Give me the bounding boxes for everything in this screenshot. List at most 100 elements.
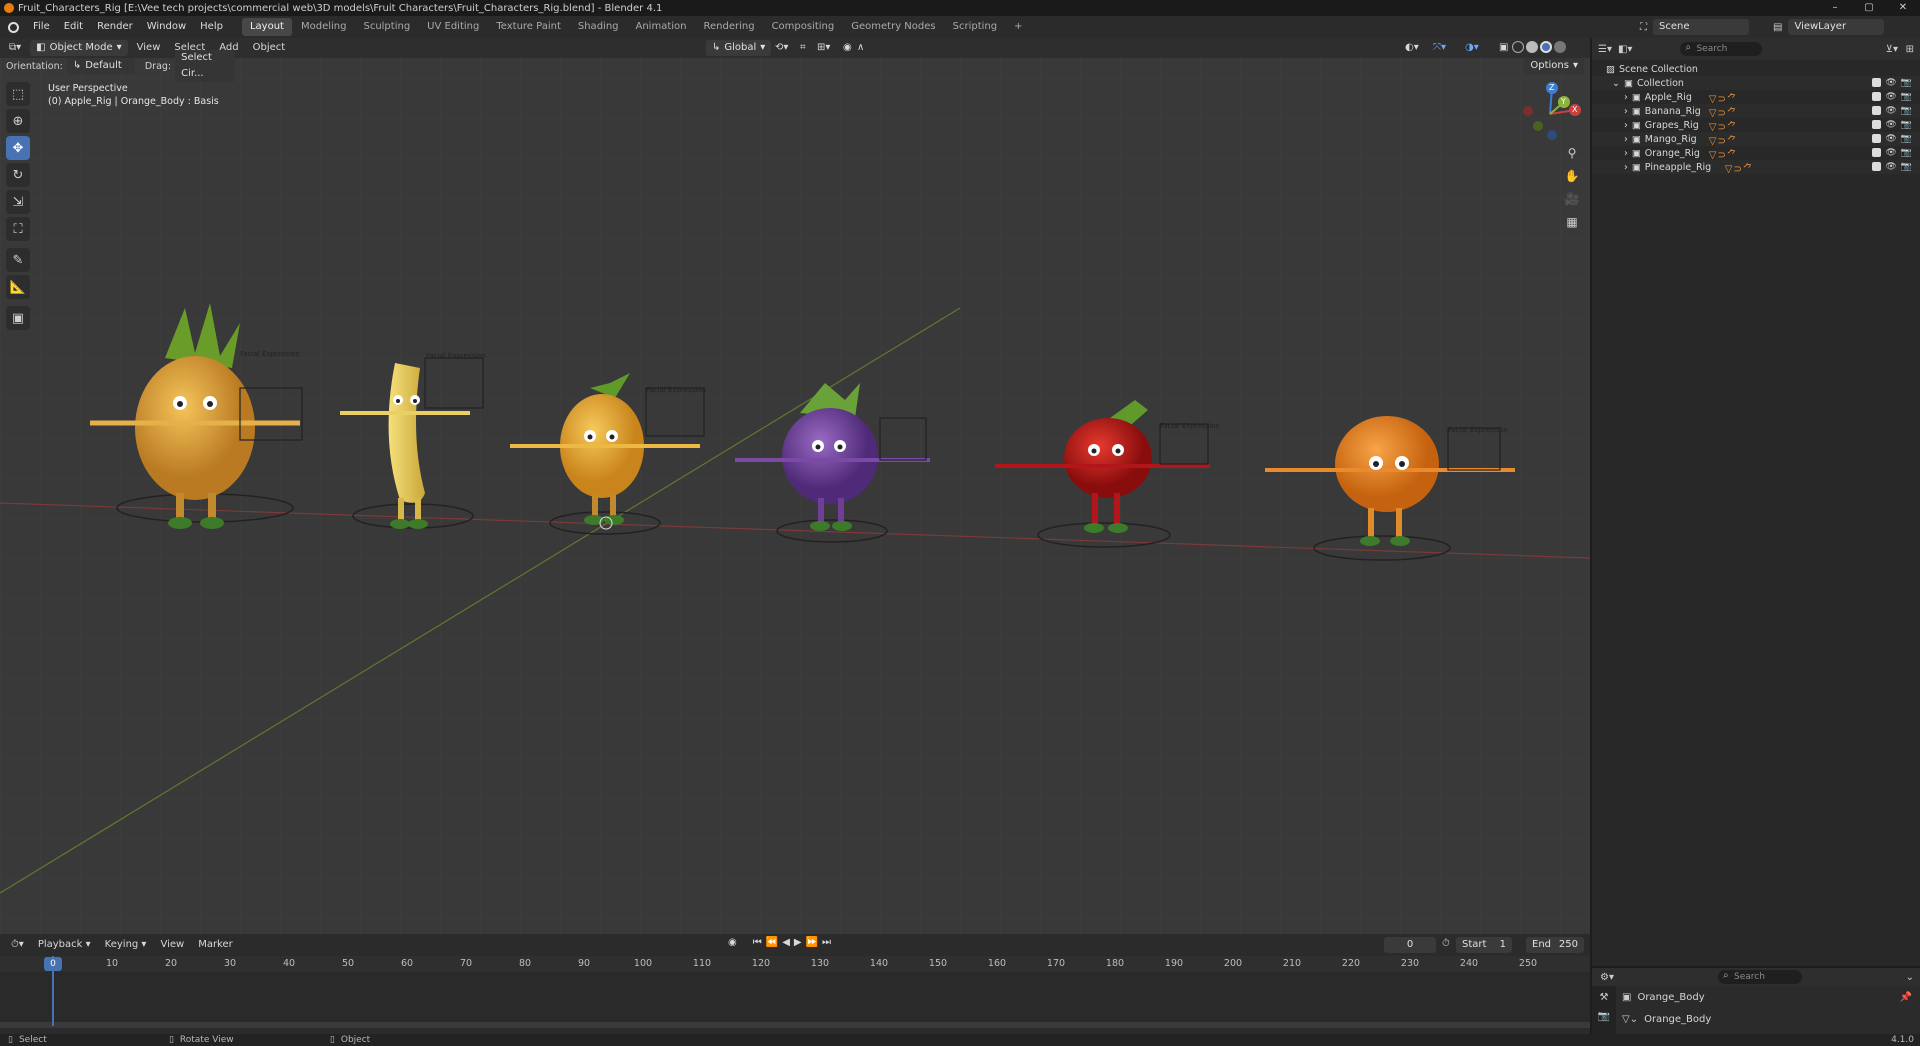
- menu-render[interactable]: Render: [90, 16, 140, 38]
- outliner-item-mango-rig[interactable]: › ▣ Mango_Rig ▽⊃⺈ 👁 📷: [1592, 132, 1920, 147]
- xray-icon[interactable]: ▣: [1494, 39, 1513, 57]
- properties-search-input[interactable]: Search: [1718, 969, 1802, 984]
- options-dropdown[interactable]: Options ▾: [1524, 58, 1584, 74]
- checkbox-icon[interactable]: [1872, 148, 1882, 157]
- falloff-icon[interactable]: ∧: [852, 39, 869, 57]
- tab-animation[interactable]: Animation: [628, 18, 695, 36]
- eye-icon[interactable]: 👁: [1885, 78, 1896, 88]
- menu-object[interactable]: Object: [248, 39, 291, 57]
- menu-view[interactable]: View: [132, 39, 166, 57]
- wireframe-shading-icon[interactable]: [1512, 41, 1524, 53]
- material-shading-icon[interactable]: [1540, 41, 1552, 53]
- prev-keyframe-icon[interactable]: ⏪: [766, 937, 778, 948]
- checkbox-icon[interactable]: [1872, 134, 1882, 143]
- checkbox-icon[interactable]: [1872, 120, 1882, 129]
- collapse-arrow-icon[interactable]: ›: [1624, 162, 1628, 173]
- blender-menu-icon[interactable]: [0, 21, 26, 33]
- collection-row[interactable]: ⌄ ▣ Collection 👁 📷: [1592, 76, 1920, 90]
- add-workspace-icon[interactable]: +: [1006, 18, 1030, 36]
- eye-icon[interactable]: 👁: [1885, 106, 1896, 116]
- collapse-arrow-icon[interactable]: ›: [1624, 92, 1628, 103]
- end-frame-field[interactable]: End 250: [1526, 937, 1584, 953]
- solid-shading-icon[interactable]: [1526, 41, 1538, 53]
- transform-orientation-dropdown[interactable]: ↳ Global ▾: [706, 40, 772, 56]
- select-box-tool-icon[interactable]: ⬚: [6, 82, 30, 106]
- snap-target-icon[interactable]: ⊞▾: [812, 39, 835, 57]
- eye-icon[interactable]: 👁: [1885, 148, 1896, 158]
- tool-tab-icon[interactable]: ⚒: [1592, 992, 1616, 1003]
- move-tool-icon[interactable]: ✥: [6, 136, 30, 160]
- collapse-arrow-icon[interactable]: ›: [1624, 106, 1628, 117]
- camera-icon[interactable]: 📷: [1901, 148, 1912, 158]
- outliner-search-input[interactable]: Search: [1680, 41, 1763, 56]
- camera-icon[interactable]: 🎥: [1561, 188, 1583, 210]
- measure-tool-icon[interactable]: 📐: [6, 275, 30, 299]
- tab-layout[interactable]: Layout: [241, 18, 292, 36]
- play-reverse-icon[interactable]: ◀: [782, 937, 790, 948]
- mesh-data-name[interactable]: Orange_Body: [1644, 1014, 1711, 1025]
- frame-ruler[interactable]: 10 20 30 40 50 60 70 80 90 100 110 120 130 140 150 160 1…: [0, 956, 1590, 972]
- tab-modeling[interactable]: Modeling: [293, 18, 355, 36]
- overlays-icon[interactable]: ◑▾: [1460, 39, 1484, 57]
- pivot-icon[interactable]: ⟲▾: [770, 39, 793, 57]
- scale-tool-icon[interactable]: ⇲: [6, 190, 30, 214]
- add-cube-tool-icon[interactable]: ▣: [6, 306, 30, 330]
- play-icon[interactable]: ▶: [794, 937, 802, 948]
- timeline-editor-type-icon[interactable]: ⏱▾: [6, 936, 29, 954]
- modifier-icons[interactable]: ▽⊃⺈: [1709, 118, 1738, 133]
- rotate-tool-icon[interactable]: ↻: [6, 163, 30, 187]
- checkbox-icon[interactable]: [1872, 78, 1882, 87]
- next-keyframe-icon[interactable]: ⏩: [806, 937, 818, 948]
- menu-marker[interactable]: Marker: [193, 936, 238, 954]
- checkbox-icon[interactable]: [1872, 92, 1882, 101]
- modifier-icons[interactable]: ▽⊃⺈: [1709, 90, 1738, 105]
- tab-shading[interactable]: Shading: [570, 18, 627, 36]
- orientation-dropdown[interactable]: ↳ Default: [66, 58, 135, 74]
- current-frame-field[interactable]: 0: [1384, 937, 1436, 953]
- tab-compositing[interactable]: Compositing: [764, 18, 843, 36]
- outliner-item-orange-rig[interactable]: › ▣ Orange_Rig ▽⊃⺈ 👁 📷: [1592, 146, 1920, 161]
- scene-collection-row[interactable]: ▨ Scene Collection: [1592, 62, 1920, 76]
- menu-keying[interactable]: Keying ▾: [100, 936, 152, 954]
- checkbox-icon[interactable]: [1872, 106, 1882, 115]
- drag-dropdown[interactable]: Select Cir...: [175, 50, 236, 82]
- jump-end-icon[interactable]: ⏭: [822, 937, 831, 948]
- 3d-viewport[interactable]: Z Y X Facial Expression Facial Expressio…: [0, 38, 1590, 934]
- pan-hand-icon[interactable]: ✋: [1561, 165, 1583, 187]
- modifier-icons[interactable]: ▽⊃⺈: [1709, 132, 1738, 147]
- eye-icon[interactable]: 👁: [1885, 92, 1896, 102]
- expand-arrow-icon[interactable]: ⌄: [1612, 78, 1620, 89]
- jump-start-icon[interactable]: ⏮: [753, 937, 762, 948]
- camera-icon[interactable]: 📷: [1901, 134, 1912, 144]
- camera-icon[interactable]: 📷: [1901, 106, 1912, 116]
- filter-icon[interactable]: ⊻▾: [1886, 44, 1898, 55]
- modifier-icons[interactable]: ▽⊃⺈: [1725, 160, 1754, 175]
- eye-icon[interactable]: 👁: [1885, 134, 1896, 144]
- transform-tool-icon[interactable]: ⛶: [6, 217, 30, 241]
- chevron-down-icon[interactable]: ⌄: [1906, 972, 1914, 983]
- start-frame-field[interactable]: Start 1: [1456, 937, 1512, 953]
- menu-playback[interactable]: Playback ▾: [33, 936, 96, 954]
- tab-texture-paint[interactable]: Texture Paint: [488, 18, 569, 36]
- outliner-item-apple-rig[interactable]: › ▣ Apple_Rig ▽⊃⺈ 👁 📷: [1592, 90, 1920, 105]
- outliner-item-grapes-rig[interactable]: › ▣ Grapes_Rig ▽⊃⺈ 👁 📷: [1592, 118, 1920, 133]
- display-mode-icon[interactable]: ◧▾: [1618, 44, 1632, 55]
- tab-scripting[interactable]: Scripting: [945, 18, 1005, 36]
- timeline-editor[interactable]: ⏱▾ Playback ▾ Keying ▾ View Marker ◉ ⏮ ⏪…: [0, 934, 1590, 1034]
- menu-help[interactable]: Help: [193, 16, 230, 38]
- collapse-arrow-icon[interactable]: ›: [1624, 120, 1628, 131]
- cursor-tool-icon[interactable]: ⊕: [6, 109, 30, 133]
- tab-rendering[interactable]: Rendering: [695, 18, 762, 36]
- rendered-shading-icon[interactable]: [1554, 41, 1566, 53]
- view-layer-field[interactable]: ViewLayer: [1788, 19, 1885, 35]
- visibility-icon[interactable]: ◐▾: [1400, 39, 1424, 57]
- minimize-icon[interactable]: –: [1818, 0, 1852, 16]
- menu-edit[interactable]: Edit: [57, 16, 90, 38]
- mode-dropdown[interactable]: ◧ Object Mode ▾: [30, 40, 128, 56]
- collapse-arrow-icon[interactable]: ›: [1624, 134, 1628, 145]
- record-icon[interactable]: ◉: [728, 937, 737, 948]
- collapse-arrow-icon[interactable]: ›: [1624, 148, 1628, 159]
- modifier-icons[interactable]: ▽⊃⺈: [1709, 104, 1738, 119]
- render-tab-icon[interactable]: 📷: [1592, 1011, 1616, 1022]
- modifier-icons[interactable]: ▽⊃⺈: [1709, 146, 1738, 161]
